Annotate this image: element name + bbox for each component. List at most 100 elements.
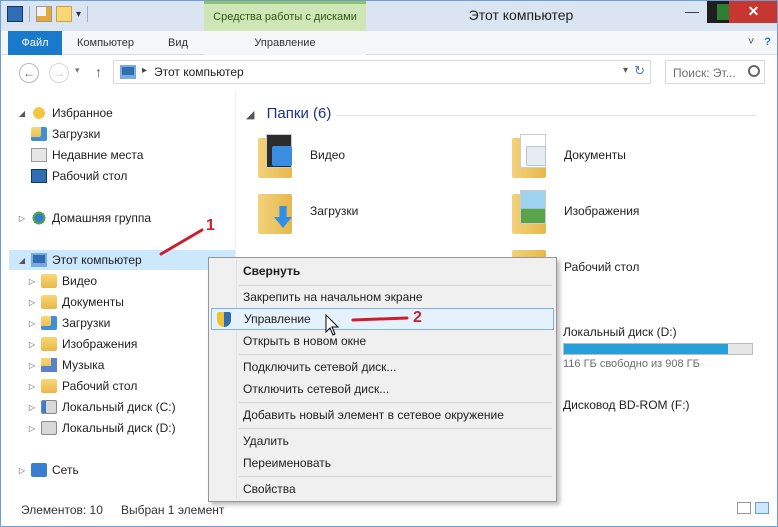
menu-item-open-new-window[interactable]: Открыть в новом окне [211,330,554,352]
nav-label: Недавние места [52,148,144,162]
folder-label: Изображения [564,204,640,218]
expand-twisty-icon[interactable]: ▷ [27,382,37,391]
expand-twisty-icon[interactable]: ▷ [27,361,37,370]
folders-group-header[interactable]: ◢ Папки (6) [246,105,331,122]
tiles-view-icon[interactable] [755,502,769,514]
expand-twisty-icon[interactable]: ▷ [27,340,37,349]
favorites-star-icon [31,106,47,120]
navigation-pane: ◢ Избранное Загрузки Недавние места Рабо… [1,91,235,491]
nav-label: Локальный диск (C:) [62,400,176,414]
bd-rom-tile[interactable]: Дисковод BD-ROM (F:) [563,398,690,412]
expand-twisty-icon[interactable]: ▷ [27,277,37,286]
expand-twisty-icon[interactable]: ▷ [27,298,37,307]
expand-twisty-icon[interactable]: ◢ [17,109,27,118]
pictures-folder-icon [41,337,57,351]
desktop-folder-icon [41,379,57,393]
menu-item-delete[interactable]: Удалить [211,430,554,452]
menu-item-add-network-location[interactable]: Добавить новый элемент в сетевое окружен… [211,404,554,426]
folder-label: Документы [564,148,626,162]
expand-twisty-icon[interactable]: ▷ [27,319,37,328]
folder-tile[interactable]: Изображения [512,183,639,239]
nav-pc-child[interactable]: ▷ Видео [27,271,97,291]
collapse-twisty-icon[interactable]: ◢ [17,256,27,265]
view-switcher [737,502,769,514]
recent-locations-icon[interactable]: ▾ [75,65,80,76]
nav-network[interactable]: ▷ Сеть [17,460,79,480]
folder-tile[interactable]: Документы [512,127,626,183]
folder-tile[interactable]: Видео [258,127,345,183]
nav-label: Локальный диск (D:) [62,421,176,435]
expand-twisty-icon[interactable]: ▷ [27,424,37,433]
nav-pc-child[interactable]: ▷ Рабочий стол [27,376,137,396]
expand-twisty-icon[interactable]: ▷ [17,466,27,475]
nav-pc-child[interactable]: ▷ Документы [27,292,124,312]
edit-icon[interactable] [36,6,52,22]
nav-label: Документы [62,295,124,309]
nav-label: Видео [62,274,98,288]
tab-computer[interactable]: Компьютер [77,31,134,55]
nav-pc-child[interactable]: ▷ Загрузки [27,313,110,333]
expand-ribbon-icon[interactable]: ˅ [748,36,754,48]
forward-button[interactable]: → [49,63,69,83]
menu-item-map-network-drive[interactable]: Подключить сетевой диск... [211,356,554,378]
nav-downloads[interactable]: Загрузки [31,124,100,144]
minimize-button[interactable]: — [675,1,709,23]
group-title: Папки (6) [266,105,332,122]
local-disk-d-icon [41,421,57,435]
menu-item-disconnect-network-drive[interactable]: Отключить сетевой диск... [211,378,554,400]
collapse-group-icon[interactable]: ◢ [246,109,254,121]
annotation-step-1: 1 [206,217,215,234]
menu-item-properties[interactable]: Свойства [211,478,554,500]
group-divider [336,115,756,116]
address-dropdown-icon[interactable]: ▾ [623,65,628,76]
nav-pc-child[interactable]: ▷ Изображения [27,334,137,354]
menu-item-collapse[interactable]: Свернуть [211,260,554,282]
menu-separator [239,402,552,403]
menu-separator [239,476,552,477]
pictures-folder-icon [512,188,554,234]
nav-recent-places[interactable]: Недавние места [31,145,143,165]
quick-access-toolbar: ▾ [7,6,90,22]
refresh-icon[interactable]: ↻ [634,63,645,79]
back-button[interactable]: ← [19,63,39,83]
local-disk-c-icon [41,400,57,414]
search-input[interactable]: Поиск: Эт... [665,60,765,84]
folder-tile[interactable]: Загрузки [258,183,358,239]
homegroup-icon [31,211,47,225]
menu-item-manage[interactable]: Управление [211,308,554,330]
expand-twisty-icon[interactable]: ▷ [27,403,37,412]
nav-pc-child[interactable]: ▷ Музыка [27,355,104,375]
video-folder-icon [41,274,57,288]
folder-label: Рабочий стол [564,260,640,274]
nav-label: Этот компьютер [52,253,142,267]
help-icon[interactable]: ? [764,36,771,48]
nav-pc-child[interactable]: ▷ Локальный диск (D:) [27,418,176,438]
nav-favorites[interactable]: ◢ Избранное [17,103,113,123]
menu-item-rename[interactable]: Переименовать [211,452,554,474]
customize-qat-icon[interactable]: ▾ [76,9,81,20]
address-bar[interactable]: ▸ Этот компьютер ▾ ↻ [113,60,651,84]
nav-pc-child[interactable]: ▷ Локальный диск (C:) [27,397,176,417]
nav-desktop[interactable]: Рабочий стол [31,166,127,186]
details-view-icon[interactable] [737,502,751,514]
new-folder-icon[interactable] [56,6,72,22]
menu-item-pin-start[interactable]: Закрепить на начальном экране [211,286,554,308]
breadcrumb-chevron-icon[interactable]: ▸ [142,65,147,76]
properties-icon[interactable] [7,6,23,22]
drive-d-tile[interactable]: Локальный диск (D:) 116 ГБ свободно из 9… [563,325,753,370]
documents-folder-icon [512,132,554,178]
drive-label: Локальный диск (D:) [563,325,677,339]
drive-label: Дисковод BD-ROM (F:) [563,398,690,412]
nav-label: Рабочий стол [62,379,138,393]
drive-usage-fill [564,344,728,354]
close-button[interactable]: ✕ [729,1,777,23]
tab-view[interactable]: Вид [168,31,188,55]
nav-homegroup[interactable]: ▷ Домашняя группа [17,208,151,228]
breadcrumb-this-pc[interactable]: Этот компьютер [154,65,244,79]
tab-manage[interactable]: Управление [204,31,366,55]
drive-usage-bar [563,343,753,355]
tab-file[interactable]: Файл [8,31,62,55]
up-button[interactable]: ↑ [95,64,102,80]
nav-this-pc[interactable]: ◢ Этот компьютер [9,250,235,270]
expand-twisty-icon[interactable]: ▷ [17,214,27,223]
